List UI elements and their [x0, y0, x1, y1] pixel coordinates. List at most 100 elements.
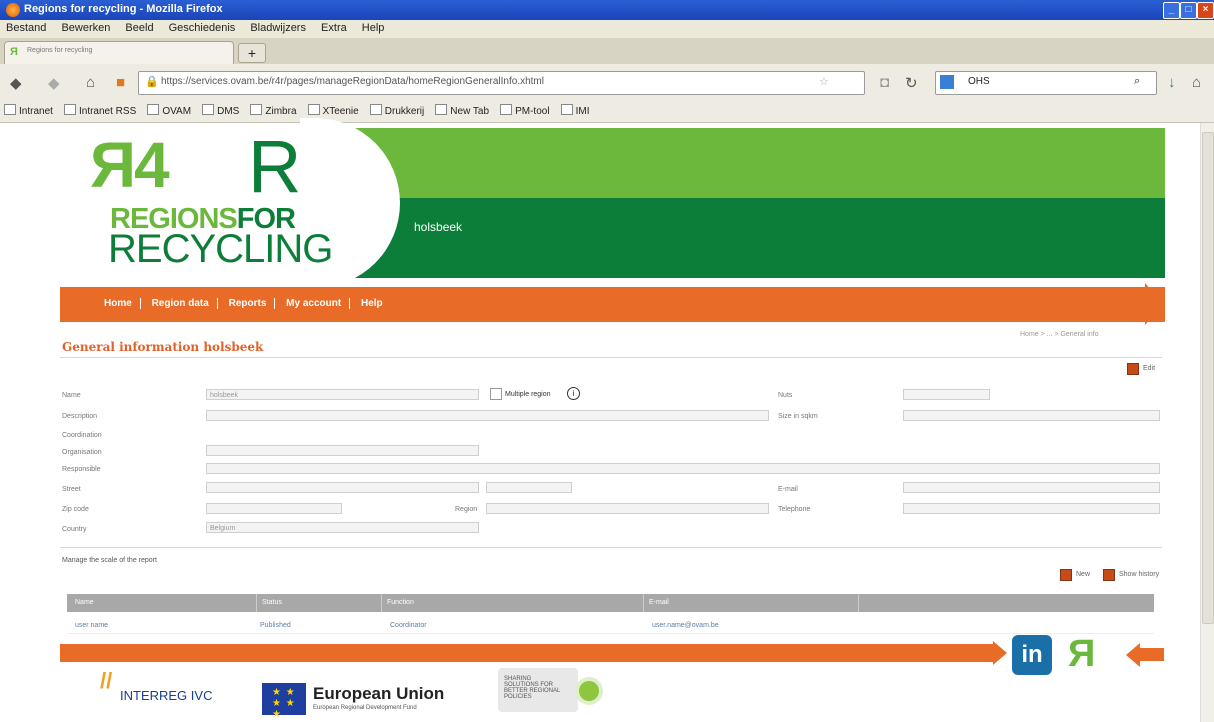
label-zip-code: Zip code: [62, 506, 89, 513]
close-window-button[interactable]: ×: [1197, 2, 1214, 19]
table-cell-email[interactable]: user.name@ovam.be: [652, 622, 719, 629]
search-engine-icon[interactable]: [940, 75, 954, 89]
menu-help[interactable]: Help: [356, 20, 391, 34]
favicon-icon: Я: [10, 46, 18, 58]
menu-edit[interactable]: Bewerken: [55, 20, 116, 34]
eu-title: European Union: [313, 684, 445, 703]
feed-icon[interactable]: ■: [116, 74, 125, 91]
search-icon[interactable]: ⌕: [1134, 75, 1140, 88]
tab-regions-for-recycling[interactable]: Я Regions for recycling: [4, 41, 234, 64]
column-divider: [643, 594, 644, 612]
region-name: holsbeek: [414, 220, 463, 234]
email-field[interactable]: [903, 482, 1160, 493]
label-nuts: Nuts: [778, 392, 793, 399]
bookmark-dms[interactable]: DMS: [198, 104, 243, 117]
country-field[interactable]: Belgium: [206, 522, 479, 533]
label-telephone: Telephone: [778, 506, 811, 513]
description-field[interactable]: [206, 410, 769, 421]
organisation-field[interactable]: [206, 445, 479, 456]
house-number-field[interactable]: [486, 482, 572, 493]
linkedin-icon[interactable]: in: [1012, 635, 1052, 675]
search-input[interactable]: OHS ⌕: [935, 71, 1157, 95]
footer-arrow-bar: [60, 644, 995, 662]
menu-file[interactable]: Bestand: [0, 20, 52, 34]
breadcrumb[interactable]: Home > ... > General info: [1020, 331, 1099, 338]
eu-subtitle: European Regional Development Fund: [313, 705, 417, 711]
info-icon[interactable]: i: [567, 387, 580, 400]
bookmark-ovam[interactable]: OVAM: [143, 104, 195, 117]
zip-code-field[interactable]: [206, 503, 342, 514]
label-place: Region: [455, 506, 478, 513]
scrollbar-thumb[interactable]: [1202, 132, 1214, 624]
show-history-link[interactable]: Show history: [1119, 571, 1159, 578]
scale-text: Manage the scale of the report: [62, 557, 157, 564]
menu-my-account[interactable]: My account: [278, 298, 351, 309]
interreg-logo-icon: //: [100, 668, 113, 693]
new-tab-button[interactable]: +: [238, 43, 266, 63]
column-divider: [858, 594, 859, 612]
multiple-region-label: Multiple region: [505, 391, 551, 398]
name-field[interactable]: holsbeek: [206, 389, 479, 400]
table-cell-status: Published: [260, 622, 291, 629]
bookmark-imi[interactable]: IMI: [557, 104, 594, 117]
size-field[interactable]: [903, 410, 1160, 421]
menu-region-data[interactable]: Region data: [143, 298, 218, 309]
bookmark-zimbra[interactable]: Zimbra: [246, 104, 300, 117]
menu-help-page[interactable]: Help: [353, 298, 391, 309]
menu-bookmarks[interactable]: Bladwijzers: [244, 20, 312, 34]
multiple-region-checkbox[interactable]: [490, 388, 502, 400]
users-table-header: Name Status Function E-mail: [67, 594, 1154, 612]
home-button-icon[interactable]: ⌂: [1192, 74, 1201, 91]
forward-arrow-icon[interactable]: ◆: [48, 74, 60, 92]
edit-link[interactable]: Edit: [1143, 365, 1155, 372]
bookmark-new-tab[interactable]: New Tab: [431, 104, 493, 117]
column-header-status[interactable]: Status: [262, 599, 282, 606]
new-icon[interactable]: [1060, 569, 1072, 581]
label-email: E-mail: [778, 486, 798, 493]
download-icon[interactable]: ↓: [1168, 74, 1176, 91]
column-header-function[interactable]: Function: [387, 599, 414, 606]
bookmark-drukkerij[interactable]: Drukkerij: [366, 104, 428, 117]
url-bar[interactable]: 🔒 https://services.ovam.be/r4r/pages/man…: [138, 71, 865, 95]
bookmark-pm-tool[interactable]: PM-tool: [496, 104, 553, 117]
menu-reports[interactable]: Reports: [220, 298, 276, 309]
bookmark-intranet[interactable]: Intranet: [0, 104, 57, 117]
menu-bar: Bestand Bewerken Beeld Geschiedenis Blad…: [0, 20, 1214, 38]
home-icon[interactable]: ⌂: [86, 74, 95, 91]
reload-icon[interactable]: ↻: [905, 74, 918, 92]
main-menu-arrow-tip: [1145, 283, 1163, 325]
back-arrow-icon[interactable]: ◆: [10, 74, 22, 92]
edit-icon[interactable]: [1127, 363, 1139, 375]
rss-icon[interactable]: ◘: [880, 74, 889, 91]
telephone-field[interactable]: [903, 503, 1160, 514]
banner-bottom-band: [355, 198, 1165, 278]
maximize-button[interactable]: □: [1180, 2, 1197, 19]
bookmark-star-icon[interactable]: ☆: [819, 75, 829, 88]
window-title-bar: Regions for recycling - Mozilla Firefox …: [0, 0, 1214, 20]
bookmark-xteenie[interactable]: XTeenie: [304, 104, 363, 117]
responsible-field[interactable]: [206, 463, 1160, 474]
label-description: Description: [62, 413, 98, 420]
r4r-footer-logo: Я: [1068, 633, 1096, 675]
nuts-field[interactable]: [903, 389, 990, 400]
form-divider: [60, 547, 1162, 548]
bookmarks-toolbar: Intranet Intranet RSS OVAM DMS Zimbra XT…: [0, 100, 1214, 123]
menu-view[interactable]: Beeld: [119, 20, 159, 34]
show-history-icon[interactable]: [1103, 569, 1115, 581]
bookmark-intranet-rss[interactable]: Intranet RSS: [60, 104, 140, 117]
column-header-email[interactable]: E-mail: [649, 599, 669, 606]
label-responsible: Responsible: [62, 466, 101, 473]
table-cell-name[interactable]: user name: [75, 622, 108, 629]
new-link[interactable]: New: [1076, 571, 1090, 578]
street-field[interactable]: [206, 482, 479, 493]
menu-history[interactable]: Geschiedenis: [163, 20, 242, 34]
column-header-name[interactable]: Name: [75, 599, 94, 606]
place-field[interactable]: [486, 503, 769, 514]
r4r-logo-mark[interactable]: Я4: [90, 128, 170, 202]
menu-tools[interactable]: Extra: [315, 20, 353, 34]
badge-dot-icon: [575, 677, 603, 705]
search-value: OHS: [968, 76, 990, 87]
menu-home[interactable]: Home: [96, 298, 141, 309]
eu-stars: ★ ★ ★ ★ ★: [272, 687, 296, 720]
minimize-button[interactable]: _: [1163, 2, 1180, 19]
